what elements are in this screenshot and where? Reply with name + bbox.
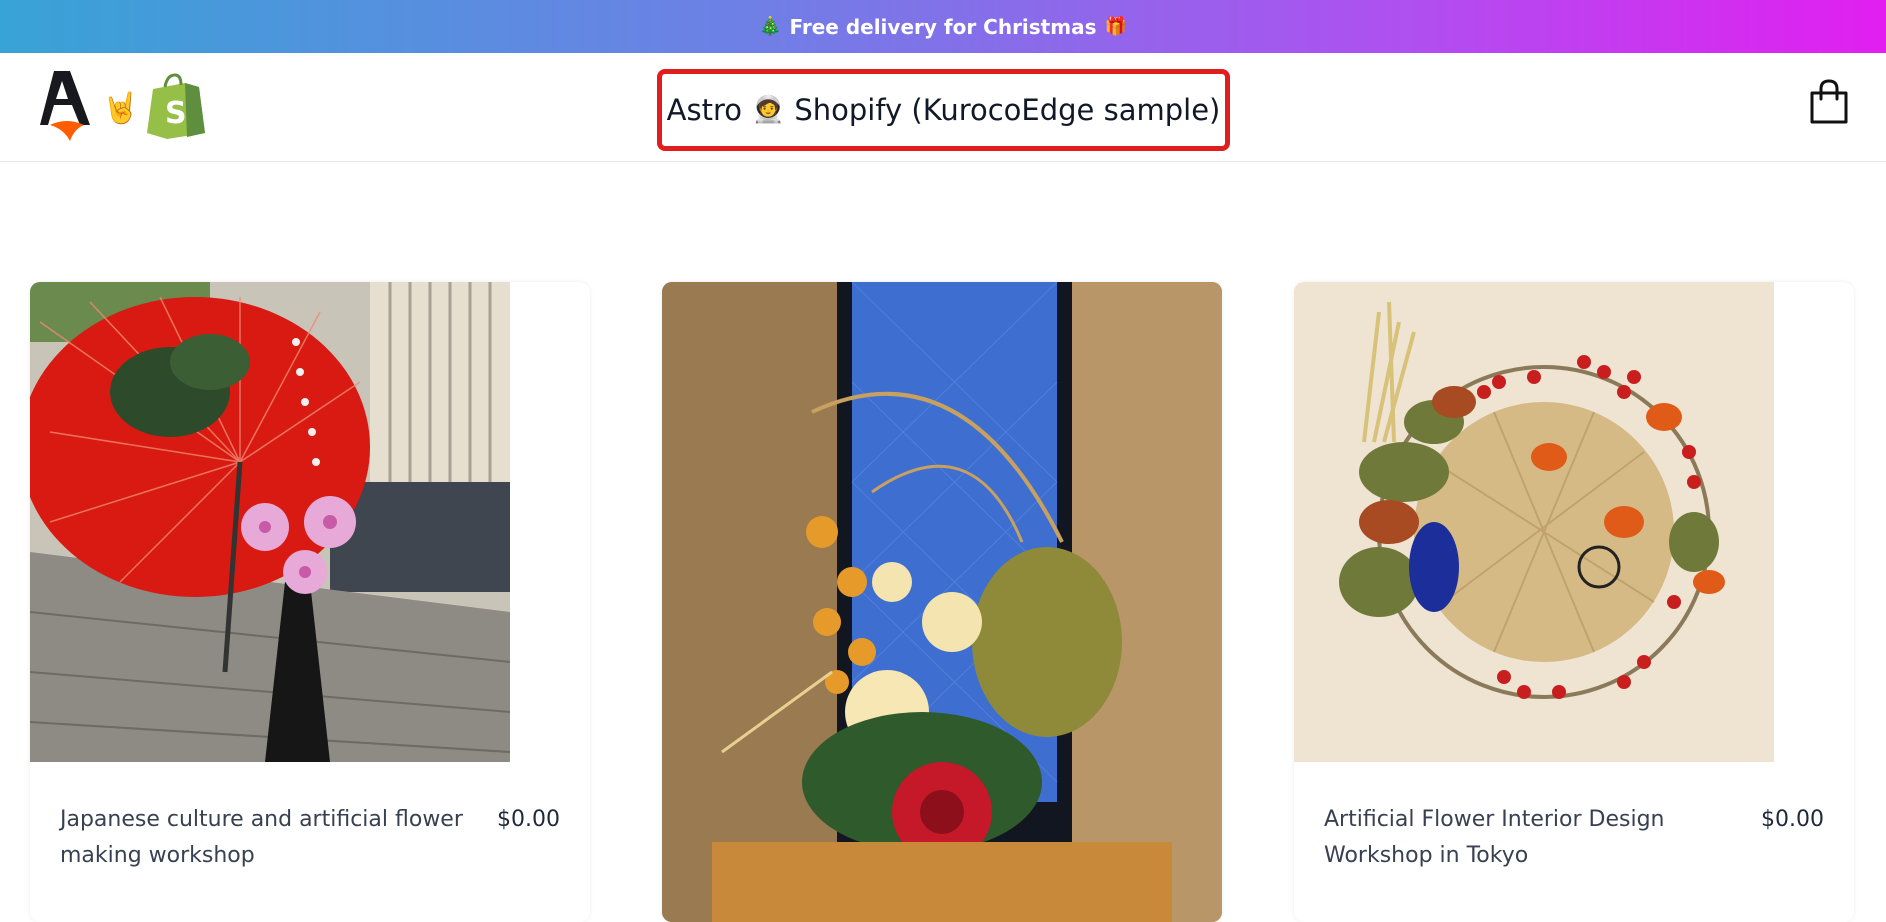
svg-text:S: S xyxy=(165,96,187,131)
site-title[interactable]: Astro 🧑‍🚀 Shopify (KurocoEdge sample) xyxy=(657,69,1230,151)
promo-banner: 🎄 Free delivery for Christmas 🎁 xyxy=(0,0,1886,53)
product-grid: Japanese culture and artificial flower m… xyxy=(30,282,1854,922)
product-card[interactable] xyxy=(662,282,1222,922)
product-image[interactable] xyxy=(662,282,1222,922)
astronaut-emoji: 🧑‍🚀 xyxy=(751,95,785,125)
product-name[interactable]: Japanese culture and artificial flower m… xyxy=(60,802,490,874)
shopping-bag-icon xyxy=(1810,78,1848,123)
product-info: Japanese culture and artificial flower m… xyxy=(60,802,560,874)
product-card[interactable]: Japanese culture and artificial flower m… xyxy=(30,282,590,922)
promo-banner-text: Free delivery for Christmas xyxy=(789,14,1097,39)
site-header: 🤘 S Astro 🧑‍🚀 Shopify (KurocoEdge sample… xyxy=(0,53,1886,162)
product-info: Artificial Flower Interior Design Worksh… xyxy=(1324,802,1824,874)
gift-emoji: 🎁 xyxy=(1104,16,1127,37)
christmas-tree-emoji: 🎄 xyxy=(759,16,782,37)
product-price: $0.00 xyxy=(497,807,560,832)
product-image[interactable] xyxy=(30,282,510,762)
cart-button[interactable] xyxy=(1806,77,1852,129)
astro-logo-icon xyxy=(40,71,90,141)
product-name[interactable]: Artificial Flower Interior Design Worksh… xyxy=(1324,802,1754,874)
product-card[interactable]: Artificial Flower Interior Design Worksh… xyxy=(1294,282,1854,922)
product-image[interactable] xyxy=(1294,282,1774,762)
rock-hand-emoji: 🤘 xyxy=(102,91,140,126)
product-price: $0.00 xyxy=(1761,807,1824,832)
site-title-shopify: Shopify (KurocoEdge sample) xyxy=(794,93,1221,127)
home-logo-link[interactable]: 🤘 S xyxy=(40,71,206,141)
site-title-astro: Astro xyxy=(666,93,742,127)
shopify-logo-icon: S xyxy=(147,73,206,139)
